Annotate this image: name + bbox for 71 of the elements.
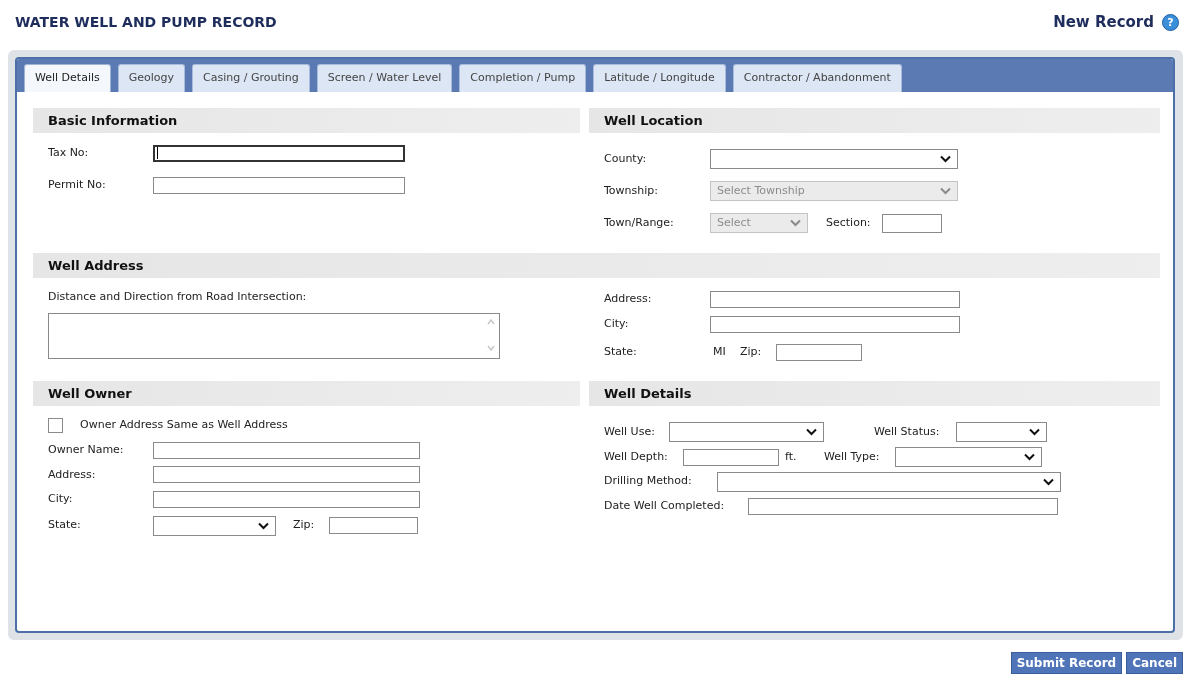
text-field[interactable] xyxy=(882,213,942,233)
tab[interactable]: Latitude / Longitude xyxy=(593,64,726,92)
action-button[interactable]: Submit Record xyxy=(1010,652,1123,674)
chevron-down-icon xyxy=(1043,477,1054,486)
scroll-arrows-icon xyxy=(486,317,496,353)
field-label: City: xyxy=(48,491,74,507)
field-label: ft. xyxy=(785,448,798,465)
field-label: State: xyxy=(48,517,82,534)
field-label: State: xyxy=(604,343,638,360)
chevron-down-icon xyxy=(940,187,951,195)
chevron-down-icon xyxy=(940,155,951,163)
field-label: Owner Name: xyxy=(48,442,125,458)
text-field[interactable] xyxy=(329,517,418,534)
chevron-down-icon xyxy=(806,428,817,436)
field-label: Permit No: xyxy=(48,176,107,193)
tab[interactable]: Contractor / Abandonment xyxy=(732,64,902,92)
field-label: Zip: xyxy=(293,517,316,534)
tab[interactable]: Screen / Water Level xyxy=(316,64,453,92)
section-title: Well Location xyxy=(604,111,703,130)
field-label: Tax No: xyxy=(48,144,90,161)
dropdown[interactable] xyxy=(710,149,958,169)
field-label: Well Depth: xyxy=(604,448,669,465)
text-area[interactable] xyxy=(48,313,500,359)
field-label: City: xyxy=(604,316,630,333)
section-title: Well Owner xyxy=(48,384,132,403)
section-title: Basic Information xyxy=(48,111,178,130)
field-label: Drilling Method: xyxy=(604,473,693,490)
dropdown[interactable] xyxy=(669,422,824,442)
field-label: County: xyxy=(604,150,648,167)
text-field[interactable] xyxy=(153,176,405,194)
chevron-down-icon xyxy=(1029,428,1040,436)
chevron-down-icon xyxy=(1024,453,1035,461)
text-field[interactable] xyxy=(710,316,960,333)
dropdown[interactable] xyxy=(717,471,1061,492)
field-label: Address: xyxy=(604,291,653,308)
field-label: Zip: xyxy=(740,343,763,360)
section-title: Well Details xyxy=(604,384,692,403)
text-field[interactable] xyxy=(153,144,405,162)
page-title: WATER WELL AND PUMP RECORD xyxy=(15,12,277,32)
text-field[interactable] xyxy=(748,498,1058,515)
tab[interactable]: Completion / Pump xyxy=(459,64,587,92)
chevron-down-icon xyxy=(258,521,269,530)
dropdown[interactable] xyxy=(956,422,1047,442)
text-field[interactable] xyxy=(683,448,779,466)
field-label: Township: xyxy=(604,182,659,199)
text-field[interactable] xyxy=(153,490,420,508)
field-label: MI xyxy=(713,343,727,360)
text-field[interactable] xyxy=(710,291,960,308)
text-field[interactable] xyxy=(153,466,420,484)
tab[interactable]: Geology xyxy=(117,64,186,92)
dropdown[interactable] xyxy=(895,447,1042,467)
field-label: Well Status: xyxy=(874,423,941,440)
text-field[interactable] xyxy=(153,441,420,459)
field-label: Address: xyxy=(48,466,97,483)
tab[interactable]: Well Details xyxy=(24,64,111,92)
section-title: Well Address xyxy=(48,256,144,275)
field-label: Town/Range: xyxy=(604,214,675,231)
checkbox[interactable] xyxy=(48,417,63,433)
chevron-down-icon xyxy=(790,219,801,227)
tab[interactable]: Casing / Grouting xyxy=(192,64,310,92)
text-field[interactable] xyxy=(776,343,862,361)
field-label: Distance and Direction from Road Intersection: xyxy=(48,289,308,305)
field-label: Well Type: xyxy=(824,448,881,465)
dropdown[interactable] xyxy=(153,515,276,536)
field-label: Section: xyxy=(826,214,872,231)
record-status: New Record xyxy=(1053,11,1154,33)
text-cursor xyxy=(157,147,158,159)
field-label: Well Use: xyxy=(604,423,656,440)
action-button[interactable]: Cancel xyxy=(1126,652,1183,674)
field-label: Owner Address Same as Well Address xyxy=(80,416,288,433)
field-label: Date Well Completed: xyxy=(604,498,726,515)
